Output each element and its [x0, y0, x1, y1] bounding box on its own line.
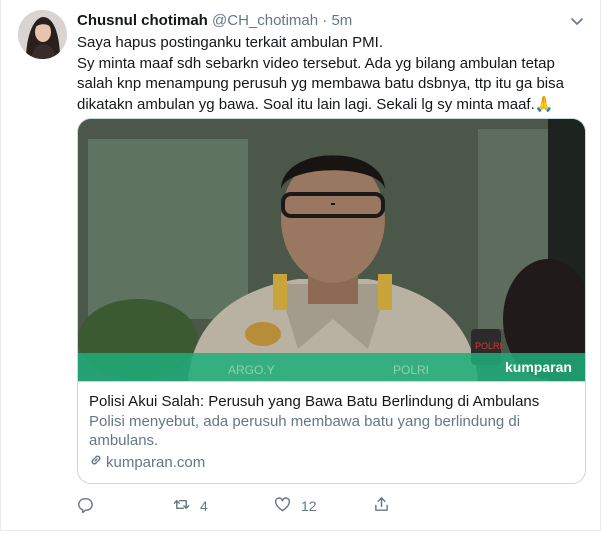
avatar[interactable]	[18, 10, 67, 59]
tweet-header: Chusnul chotimah @CH_chotimah · 5m	[77, 11, 352, 31]
retweet-count: 4	[200, 498, 208, 514]
share-icon	[373, 496, 390, 516]
share-button[interactable]	[373, 496, 390, 516]
retweet-icon	[173, 496, 190, 516]
card-domain-text: kumparan.com	[106, 454, 206, 471]
card-description: Polisi menyebut, ada perusuh membawa bat…	[89, 413, 521, 449]
tweet-actions: 4 12	[77, 496, 407, 516]
patch-text: POLRI	[475, 341, 502, 351]
user-handle[interactable]: @CH_chotimah	[212, 12, 318, 29]
caret-down-icon[interactable]	[568, 12, 586, 30]
tweet-paragraph: Saya hapus postinganku terkait ambulan P…	[77, 34, 384, 51]
like-button[interactable]: 12	[274, 496, 317, 516]
timestamp[interactable]: 5m	[331, 12, 352, 29]
card-title: Polisi Akui Salah: Perusuh yang Bawa Bat…	[89, 393, 540, 410]
like-count: 12	[301, 498, 317, 514]
link-card[interactable]: POLRI ARGO.Y POLRI kumparan Polisi Akui …	[77, 118, 586, 484]
retweet-button[interactable]: 4	[173, 496, 208, 516]
tweet-paragraph: Sy minta maaf sdh sebarkn video tersebut…	[77, 54, 564, 113]
card-image[interactable]: POLRI ARGO.Y POLRI kumparan	[78, 119, 585, 381]
link-icon	[89, 453, 103, 472]
banner-text-left: ARGO.Y	[228, 363, 275, 377]
reply-button[interactable]	[77, 496, 104, 516]
banner-text-right: POLRI	[393, 363, 429, 377]
tweet[interactable]: Chusnul chotimah @CH_chotimah · 5m Saya …	[0, 0, 601, 531]
display-name[interactable]: Chusnul chotimah	[77, 12, 208, 29]
card-domain: kumparan.com	[89, 453, 574, 472]
reply-icon	[77, 496, 94, 516]
separator-dot: ·	[322, 12, 328, 29]
avatar-image	[18, 10, 67, 59]
tweet-text: Saya hapus postinganku terkait ambulan P…	[77, 33, 582, 115]
card-body[interactable]: Polisi Akui Salah: Perusuh yang Bawa Bat…	[78, 381, 585, 483]
like-icon	[274, 496, 291, 516]
watermark: kumparan	[505, 359, 572, 375]
